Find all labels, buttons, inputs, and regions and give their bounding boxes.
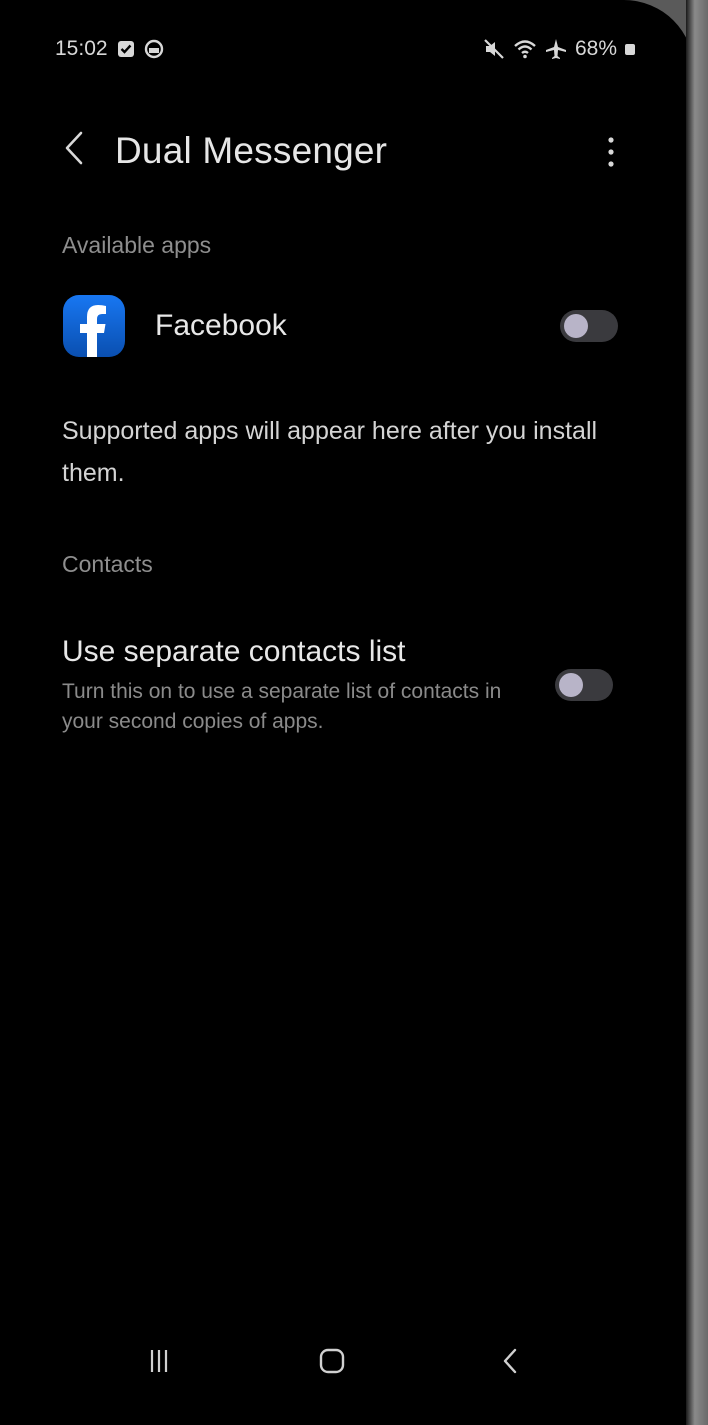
home-icon xyxy=(318,1347,346,1380)
wifi-icon xyxy=(513,38,537,60)
more-vertical-icon xyxy=(607,135,615,174)
back-button[interactable] xyxy=(56,114,92,186)
facebook-icon xyxy=(63,295,125,357)
chevron-left-icon xyxy=(63,130,85,171)
navigation-bar xyxy=(0,1330,694,1396)
section-header-available-apps: Available apps xyxy=(62,232,212,258)
separate-contacts-title: Use separate contacts list xyxy=(62,635,406,668)
facebook-toggle[interactable] xyxy=(560,310,618,342)
supported-apps-info: Supported apps will appear here after yo… xyxy=(62,417,598,487)
device-edge xyxy=(686,0,708,1425)
nav-back-button[interactable] xyxy=(487,1330,533,1396)
app-toggle-row-facebook[interactable]: Facebook xyxy=(50,288,634,364)
separate-contacts-row[interactable]: Use separate contacts list Turn this on … xyxy=(53,625,639,750)
status-left: 15:02 xyxy=(55,37,164,61)
checkbox-notification-icon xyxy=(116,39,136,59)
section-header-contacts: Contacts xyxy=(62,551,153,577)
circle-notification-icon xyxy=(144,39,164,59)
separate-contacts-description: Turn this on to use a separate list of c… xyxy=(62,680,502,733)
battery-icon xyxy=(625,43,635,55)
separate-contacts-toggle[interactable] xyxy=(555,669,613,701)
status-right: 68% xyxy=(483,37,635,61)
mute-icon xyxy=(483,38,505,60)
battery-percentage: 68% xyxy=(574,37,617,60)
recents-button[interactable] xyxy=(136,1330,182,1396)
phone-screen: 15:02 68% Dual Messenger Available apps … xyxy=(0,0,694,1425)
status-time: 15:02 xyxy=(55,37,108,60)
home-button[interactable] xyxy=(309,1330,355,1396)
toggle-knob xyxy=(564,314,588,338)
page-title: Dual Messenger xyxy=(115,130,388,171)
app-label: Facebook xyxy=(155,309,287,342)
airplane-icon xyxy=(545,38,567,60)
back-icon xyxy=(501,1347,519,1380)
status-bar: 15:02 68% xyxy=(55,34,635,64)
more-options-button[interactable] xyxy=(594,120,628,188)
app-bar: Dual Messenger xyxy=(0,110,694,200)
recents-icon xyxy=(146,1348,172,1379)
toggle-knob xyxy=(559,673,583,697)
